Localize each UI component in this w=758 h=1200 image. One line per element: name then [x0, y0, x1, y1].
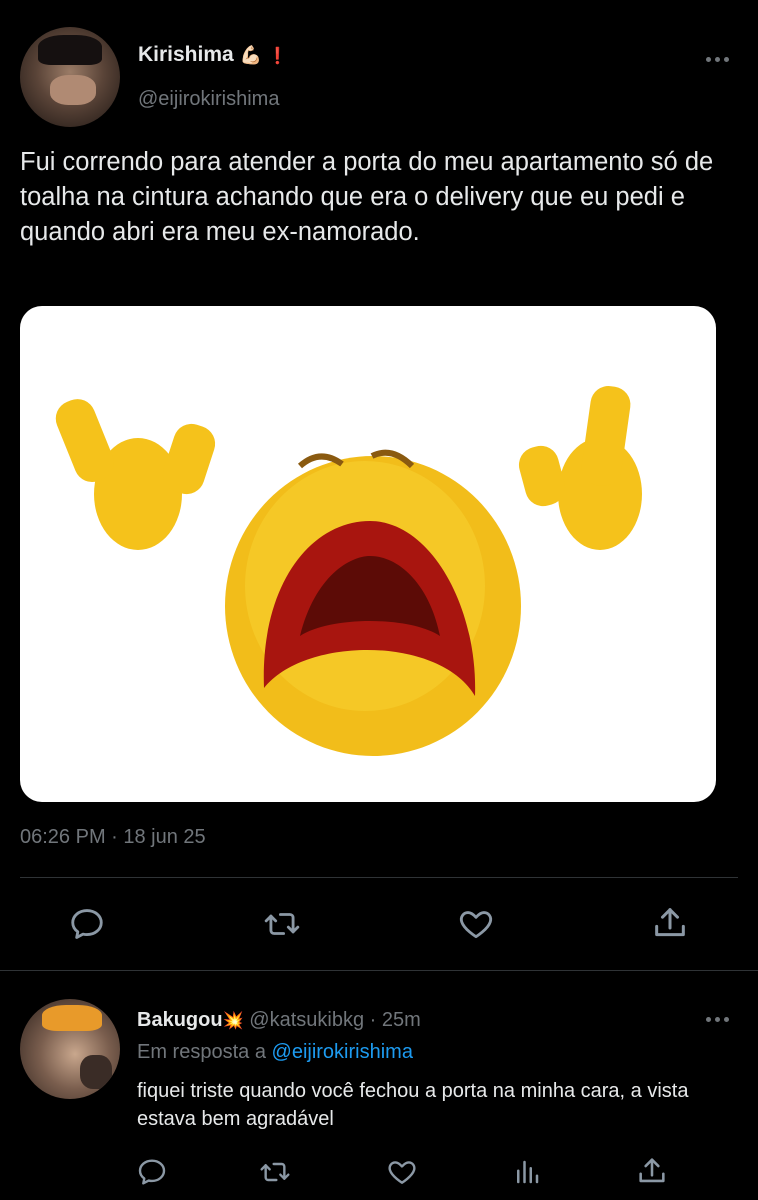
replying-to: Em resposta a @eijirokirishima [137, 1041, 413, 1064]
like-icon[interactable] [456, 905, 496, 943]
tweet-media[interactable] [20, 306, 716, 802]
author-avatar[interactable] [20, 27, 120, 127]
retweet-icon[interactable] [262, 905, 302, 943]
divider [20, 877, 738, 878]
share-icon[interactable] [650, 903, 690, 943]
tweet-timestamp[interactable]: 06:26 PM · 18 jun 25 [20, 826, 206, 849]
author-mark: ❗ [267, 48, 288, 65]
author-emoji: 💪🏻 [239, 45, 262, 65]
reply-like-icon[interactable] [385, 1156, 419, 1188]
tweet-text: Fui correndo para atender a porta do meu… [20, 148, 714, 246]
reply-retweet-icon[interactable] [258, 1156, 292, 1188]
reply-analytics-icon[interactable] [512, 1156, 542, 1188]
crying-emoji-image [55, 386, 642, 756]
reply-icon[interactable] [68, 905, 106, 943]
reply-header: Bakugou💥 @katsukibkg · 25m [137, 1009, 421, 1032]
reply-author-name[interactable]: Bakugou [137, 1009, 223, 1031]
reply-author-handle[interactable]: @katsukibkg [249, 1009, 364, 1031]
replying-to-label: Em resposta a [137, 1041, 266, 1063]
reply-share-icon[interactable] [635, 1154, 669, 1188]
more-options-icon[interactable] [706, 57, 729, 62]
replying-to-link[interactable]: @eijirokirishima [272, 1041, 413, 1063]
author-handle[interactable]: @eijirokirishima [138, 88, 279, 111]
separator-dot: · [369, 1009, 377, 1031]
reply-author-emoji: 💥 [222, 1011, 244, 1030]
author-name[interactable]: Kirishima [138, 43, 234, 66]
reply-time[interactable]: 25m [382, 1009, 421, 1031]
reply-reply-icon[interactable] [136, 1156, 168, 1188]
reply-more-options-icon[interactable] [706, 1017, 729, 1022]
reply-author-avatar[interactable] [20, 999, 120, 1099]
reply-text: fiquei triste quando você fechou a porta… [137, 1080, 689, 1130]
divider [0, 970, 758, 971]
author-name-row[interactable]: Kirishima 💪🏻 ❗ [138, 43, 288, 67]
